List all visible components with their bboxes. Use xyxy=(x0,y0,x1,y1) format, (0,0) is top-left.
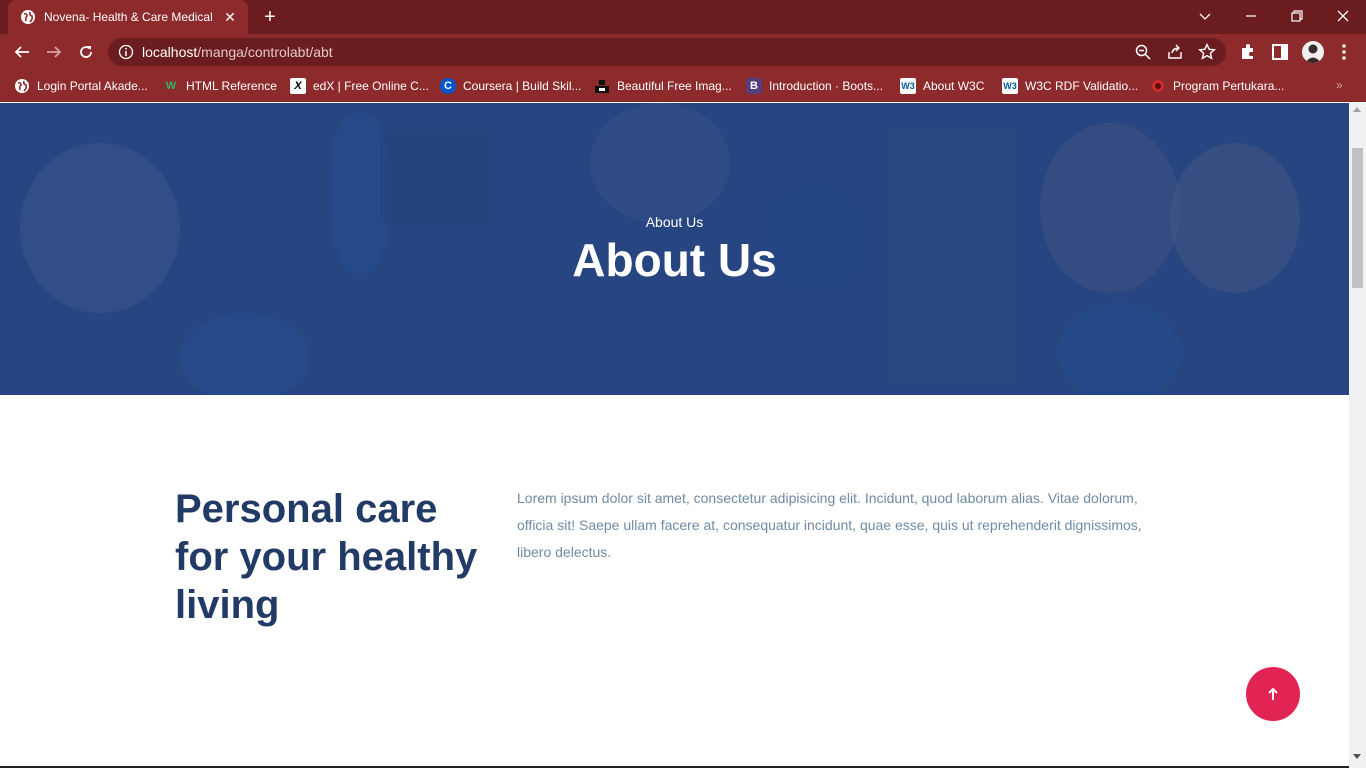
restore-icon xyxy=(1291,10,1303,22)
bookmark-label: Introduction · Boots... xyxy=(769,79,884,93)
url-text[interactable]: localhost/manga/controlabt/abt xyxy=(142,44,333,60)
tab-search-button[interactable] xyxy=(1182,0,1228,32)
close-icon xyxy=(1337,10,1349,22)
minimize-icon xyxy=(1246,15,1256,17)
bookmark-item[interactable]: Beautiful Free Imag... xyxy=(594,76,732,96)
program-icon xyxy=(1152,80,1164,92)
extensions-icon[interactable] xyxy=(1238,42,1258,62)
w-icon: W xyxy=(165,80,177,92)
tab-strip: Novena- Health & Care Medical ✕ + xyxy=(0,0,1366,34)
bookmark-label: Coursera | Build Skil... xyxy=(463,79,582,93)
minimize-button[interactable] xyxy=(1228,0,1274,32)
bootstrap-icon: B xyxy=(746,78,762,94)
bookmark-label: Beautiful Free Imag... xyxy=(617,79,732,93)
bookmark-item[interactable]: Login Portal Akade... xyxy=(14,76,148,96)
bookmarks-bar: Login Portal Akade... W HTML Reference X… xyxy=(0,70,1366,102)
bookmarks-overflow-icon[interactable]: » xyxy=(1336,78,1343,92)
bookmark-label: HTML Reference xyxy=(186,79,277,93)
about-heading: Personal care for your healthy living xyxy=(175,487,478,627)
bookmark-label: W3C RDF Validatio... xyxy=(1025,79,1139,93)
w3c-icon: W3 xyxy=(900,78,916,94)
address-bar[interactable]: localhost/manga/controlabt/abt xyxy=(108,38,1226,66)
menu-icon[interactable] xyxy=(1334,42,1354,62)
page-hero-banner: About Us About Us xyxy=(0,103,1349,395)
bookmark-item[interactable]: W3 W3C RDF Validatio... xyxy=(1002,76,1138,96)
scroll-to-top-button[interactable] xyxy=(1246,667,1300,721)
page-title: About Us xyxy=(572,234,777,286)
bookmark-label: About W3C xyxy=(923,79,985,93)
w3c-icon: W3 xyxy=(1002,78,1018,94)
back-button[interactable] xyxy=(8,38,36,66)
avatar[interactable] xyxy=(1302,41,1324,63)
arrow-right-icon xyxy=(47,46,62,58)
url-path: /manga/controlabt/abt xyxy=(197,44,333,60)
unsplash-icon xyxy=(595,80,609,93)
page-scrollbar[interactable] xyxy=(1349,103,1366,768)
forward-button[interactable] xyxy=(40,38,68,66)
bookmark-item[interactable]: Program Pertukara... xyxy=(1150,76,1284,96)
bookmark-label: Program Pertukara... xyxy=(1173,79,1285,93)
scroll-up-icon[interactable] xyxy=(1353,107,1361,112)
browser-toolbar: localhost/manga/controlabt/abt xyxy=(0,34,1366,70)
bookmark-item[interactable]: X edX | Free Online C... xyxy=(290,76,429,96)
hero-subtitle: About Us xyxy=(645,214,704,230)
scroll-down-icon[interactable] xyxy=(1353,754,1361,759)
close-window-button[interactable] xyxy=(1320,0,1366,32)
url-host: localhost xyxy=(142,44,198,60)
bookmark-item[interactable]: W HTML Reference xyxy=(163,76,277,96)
globe-icon xyxy=(21,10,35,24)
edx-icon: X xyxy=(290,78,306,94)
zoom-icon[interactable] xyxy=(1134,43,1152,61)
browser-tab[interactable]: Novena- Health & Care Medical ✕ xyxy=(8,0,248,34)
bookmark-item[interactable]: B Introduction · Boots... xyxy=(746,76,883,96)
bookmark-label: edX | Free Online C... xyxy=(313,79,429,93)
new-tab-button[interactable]: + xyxy=(258,6,282,28)
info-icon[interactable] xyxy=(118,44,134,60)
globe-icon xyxy=(15,79,29,93)
arrow-up-icon xyxy=(1268,687,1278,700)
tab-close-icon[interactable]: ✕ xyxy=(222,9,238,26)
about-paragraph: Lorem ipsum dolor sit amet, consectetur … xyxy=(517,490,1142,560)
side-panel-icon[interactable] xyxy=(1270,42,1290,62)
chevron-down-icon xyxy=(1199,13,1211,20)
profile-icon xyxy=(1305,44,1321,63)
bookmark-label: Login Portal Akade... xyxy=(37,79,148,93)
reload-button[interactable] xyxy=(72,38,100,66)
arrow-left-icon xyxy=(14,46,29,58)
share-icon[interactable] xyxy=(1166,43,1184,61)
star-icon[interactable] xyxy=(1198,43,1216,61)
reload-icon xyxy=(80,46,92,58)
page-viewport: About Us About Us Personal care for your… xyxy=(0,103,1349,768)
restore-button[interactable] xyxy=(1274,0,1320,32)
bookmark-item[interactable]: C Coursera | Build Skil... xyxy=(440,76,582,96)
scrollbar-thumb[interactable] xyxy=(1352,148,1363,288)
bookmark-item[interactable]: W3 About W3C xyxy=(900,76,984,96)
coursera-icon: C xyxy=(440,78,456,94)
tab-title: Novena- Health & Care Medical xyxy=(44,10,213,24)
